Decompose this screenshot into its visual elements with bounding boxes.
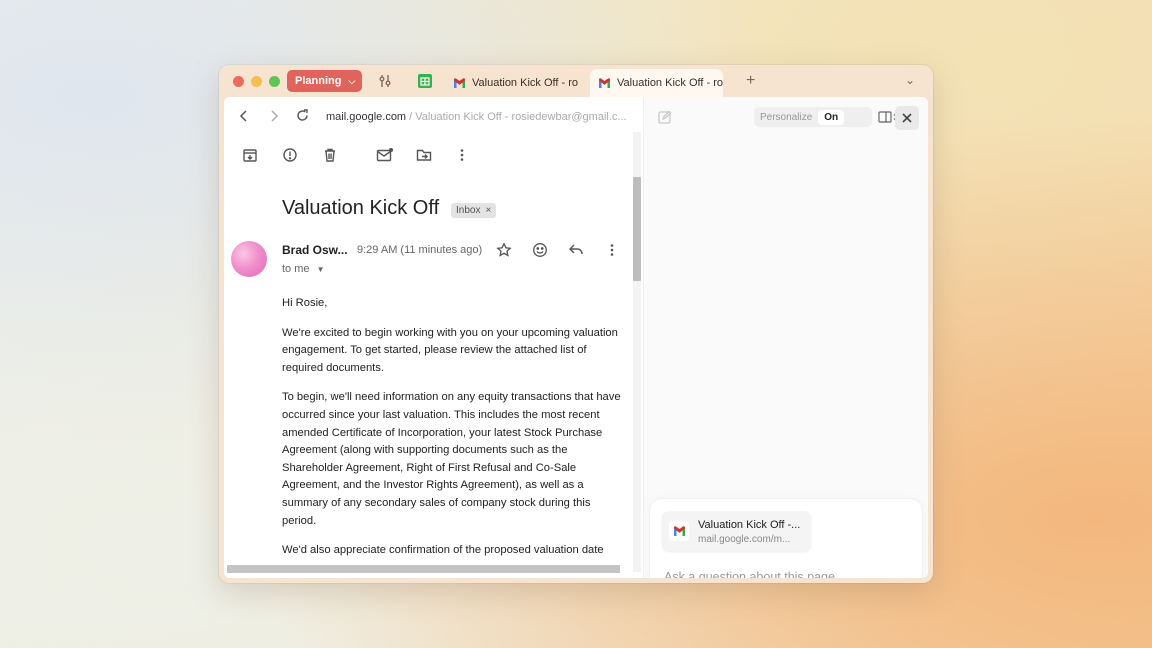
new-tab-button[interactable]: +	[746, 72, 755, 90]
personalize-state: On	[818, 109, 845, 125]
delete-icon[interactable]	[322, 147, 340, 165]
body-paragraph: We're excited to begin working with you …	[282, 326, 618, 374]
title-bar: Planning ⌵ Valuation Kick Off - ro Valua…	[219, 65, 933, 97]
star-icon[interactable]	[496, 242, 514, 260]
reload-icon[interactable]	[296, 109, 309, 125]
tab-label: Valuation Kick Off - rosiedewbar@gmail.c…	[617, 77, 723, 89]
more-vert-icon[interactable]	[454, 147, 472, 165]
url-domain: mail.google.com	[326, 111, 407, 123]
url-field[interactable]: mail.google.com / Valuation Kick Off - r…	[326, 111, 627, 123]
body-paragraph: We'd also appreciate confirmation of the…	[282, 544, 604, 557]
tab-list-chevron-icon[interactable]: ⌄	[905, 73, 915, 87]
sliders-icon[interactable]	[377, 73, 393, 89]
back-icon[interactable]	[238, 109, 250, 125]
browser-window: Planning ⌵ Valuation Kick Off - ro Valua…	[219, 65, 933, 583]
message-more-icon[interactable]	[604, 242, 622, 260]
assistant-composer: Valuation Kick Off -... mail.google.com/…	[650, 499, 922, 578]
assistant-side-panel: Personalize On Valuation Kick Off -... m…	[643, 97, 928, 578]
tab-valuation-kick-off-active[interactable]: Valuation Kick Off - rosiedewbar@gmail.c…	[590, 69, 723, 97]
mark-unread-icon[interactable]	[376, 147, 394, 165]
space-label: Planning	[295, 75, 342, 87]
horizontal-scrollbar[interactable]	[227, 565, 620, 573]
gmail-page: mail.google.com / Valuation Kick Off - r…	[224, 97, 643, 578]
close-window-button[interactable]	[233, 76, 244, 87]
gmail-icon	[669, 521, 689, 541]
new-chat-icon[interactable]	[658, 110, 672, 124]
personalize-label: Personalize	[760, 111, 813, 123]
tab-valuation-kick-off[interactable]: Valuation Kick Off - rosiedewbar@gmail.c…	[445, 69, 578, 97]
archive-icon[interactable]	[242, 147, 260, 165]
email-body: Hi Rosie, We're excited to begin working…	[282, 295, 627, 572]
emoji-icon[interactable]	[532, 242, 550, 260]
url-path: / Valuation Kick Off - rosiedewbar@gmail…	[406, 111, 627, 123]
space-selector[interactable]: Planning ⌵	[287, 70, 362, 92]
personalize-toggle[interactable]: Personalize On	[754, 107, 872, 127]
minimize-window-button[interactable]	[251, 76, 262, 87]
email-subject: Valuation Kick Off	[282, 197, 440, 219]
page-context-card[interactable]: Valuation Kick Off -... mail.google.com/…	[662, 511, 811, 551]
chevron-down-icon: ⌵	[348, 75, 356, 86]
body-paragraph: Hi Rosie,	[282, 297, 328, 309]
maximize-window-button[interactable]	[269, 76, 280, 87]
context-url: mail.google.com/m...	[698, 534, 791, 545]
gmail-icon	[454, 78, 465, 88]
close-panel-button[interactable]	[895, 106, 919, 130]
reply-icon[interactable]	[568, 242, 586, 260]
context-title: Valuation Kick Off -...	[698, 519, 801, 531]
tab-label: Valuation Kick Off - rosiedewbar@gmail.c…	[472, 77, 578, 89]
forward-icon[interactable]	[268, 109, 280, 125]
address-bar: mail.google.com / Valuation Kick Off - r…	[224, 97, 643, 137]
recipient-details[interactable]: to me ▼	[282, 263, 325, 275]
sender-name[interactable]: Brad Osw...	[282, 243, 348, 257]
browser-content: mail.google.com / Valuation Kick Off - r…	[224, 97, 928, 578]
body-paragraph: To begin, we'll need information on any …	[282, 391, 621, 527]
report-spam-icon[interactable]	[282, 147, 300, 165]
vertical-scrollbar-thumb[interactable]	[633, 177, 641, 281]
close-icon	[902, 113, 912, 123]
sender-avatar[interactable]	[231, 241, 267, 277]
gmail-icon	[599, 78, 610, 88]
move-to-icon[interactable]	[416, 147, 434, 165]
inbox-label-badge[interactable]: Inbox ×	[451, 203, 497, 218]
sheets-pinned-tab-icon[interactable]	[417, 73, 433, 89]
caret-down-icon: ▼	[316, 265, 325, 274]
ask-question-input[interactable]	[664, 570, 909, 578]
remove-label-icon[interactable]: ×	[485, 205, 491, 216]
recipient-label: to me	[282, 263, 310, 275]
inbox-label-text: Inbox	[456, 205, 481, 216]
email-timestamp: 9:29 AM (11 minutes ago)	[357, 244, 483, 256]
